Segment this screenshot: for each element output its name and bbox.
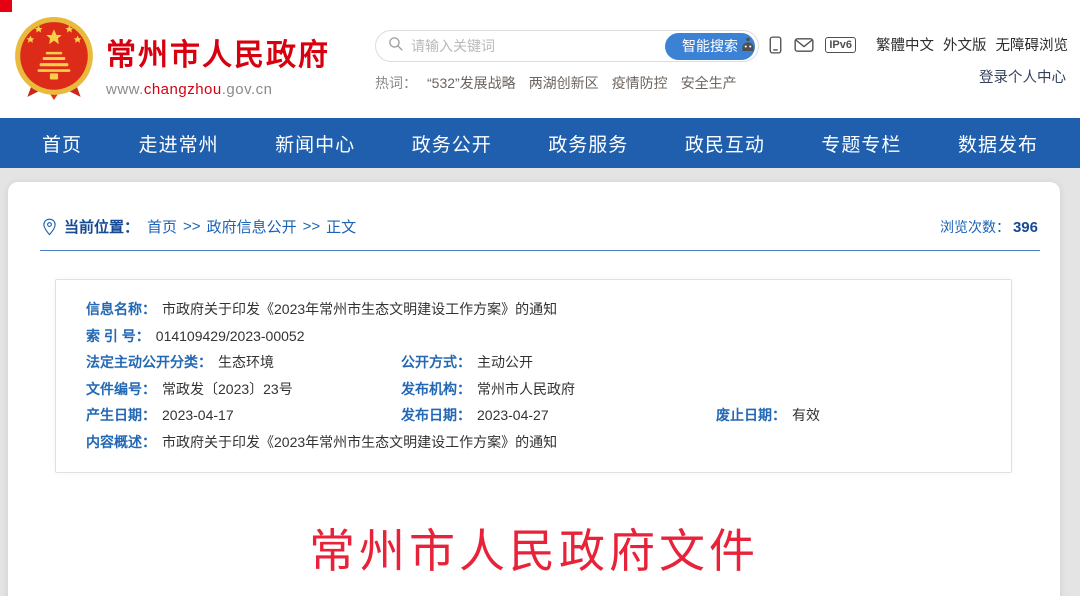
hot-words-label: 热词： (375, 75, 417, 91)
location-pin-icon (42, 218, 57, 236)
info-label: 公开方式： (401, 349, 471, 376)
breadcrumb-link-article[interactable]: 正文 (326, 216, 356, 237)
search-icon (387, 35, 404, 57)
document-title: 常州市人民政府文件 (8, 515, 1060, 581)
info-label: 信息名称： (86, 296, 156, 323)
nav-item-news-center[interactable]: 新闻中心 (275, 130, 355, 157)
foreign-language-link[interactable]: 外文版 (943, 34, 987, 55)
info-value: 市政府关于印发《2023年常州市生态文明建设工作方案》的通知 (162, 296, 557, 323)
breadcrumb-separator: >> (303, 218, 321, 235)
mail-icon[interactable] (794, 37, 814, 53)
search-area: 智能搜索 热词： “532”发展战略两湖创新区疫情防控安全生产 (375, 30, 759, 93)
view-counter-label: 浏览次数： (940, 219, 1010, 235)
view-counter: 浏览次数：396 (940, 217, 1038, 237)
ipv6-badge-icon[interactable]: IPv6 (825, 37, 856, 53)
info-label: 内容概述： (86, 429, 156, 456)
search-input[interactable] (411, 38, 665, 54)
info-value: 生态环境 (218, 349, 274, 376)
breadcrumb-bar: 当前位置： 首页 >> 政府信息公开 >> 正文 浏览次数：396 (40, 182, 1040, 251)
info-label: 发布日期： (401, 402, 471, 429)
nav-item-gov-disclosure[interactable]: 政务公开 (412, 130, 492, 157)
breadcrumb-label: 当前位置： (64, 216, 139, 237)
site-logo[interactable]: 常州市人民政府 www.changzhou.gov.cn (14, 16, 330, 105)
info-label: 发布机构： (401, 376, 471, 403)
site-url-suffix: .gov.cn (222, 81, 273, 98)
info-value: 014109429/2023-00052 (156, 323, 305, 350)
info-row-summary: 内容概述：市政府关于印发《2023年常州市生态文明建设工作方案》的通知 (86, 429, 981, 456)
info-value: 市政府关于印发《2023年常州市生态文明建设工作方案》的通知 (162, 429, 557, 456)
mobile-icon[interactable] (768, 36, 783, 54)
document-info-table: 信息名称：市政府关于印发《2023年常州市生态文明建设工作方案》的通知 索 引 … (55, 279, 1012, 473)
nav-item-home[interactable]: 首页 (42, 130, 82, 157)
site-title-block: 常州市人民政府 www.changzhou.gov.cn (106, 16, 330, 98)
info-value: 主动公开 (477, 349, 533, 376)
site-url-domain: changzhou (144, 81, 222, 98)
robot-icon[interactable] (739, 36, 757, 54)
hot-word-link[interactable]: 安全生产 (681, 75, 737, 91)
info-label: 文件编号： (86, 376, 156, 403)
utility-bar: IPv6 繁體中文 外文版 无障碍浏览 (739, 34, 1068, 55)
info-label: 索 引 号： (86, 323, 150, 350)
nav-item-about-changzhou[interactable]: 走进常州 (139, 130, 219, 157)
nav-item-special-topics[interactable]: 专题专栏 (821, 130, 901, 157)
info-value: 2023-04-17 (162, 402, 234, 429)
breadcrumb-link-gov-info[interactable]: 政府信息公开 (207, 216, 297, 237)
info-value: 常州市人民政府 (477, 376, 575, 403)
hot-word-link[interactable]: 疫情防控 (612, 75, 668, 91)
nav-item-public-interaction[interactable]: 政民互动 (685, 130, 765, 157)
site-url-prefix: www. (106, 81, 144, 98)
site-url: www.changzhou.gov.cn (106, 81, 330, 98)
site-header: 常州市人民政府 www.changzhou.gov.cn 智能搜索 热词： “53… (0, 0, 1080, 118)
info-label: 产生日期： (86, 402, 156, 429)
info-value: 有效 (792, 402, 820, 429)
search-box: 智能搜索 (375, 30, 759, 62)
info-row-doc-number: 文件编号：常政发〔2023〕23号 发布机构：常州市人民政府 (86, 376, 981, 403)
breadcrumb: 当前位置： 首页 >> 政府信息公开 >> 正文 (42, 216, 356, 237)
hot-words: 热词： “532”发展战略两湖创新区疫情防控安全生产 (375, 73, 759, 93)
breadcrumb-link-home[interactable]: 首页 (147, 216, 177, 237)
hot-word-link[interactable]: “532”发展战略 (427, 75, 516, 91)
accessibility-link[interactable]: 无障碍浏览 (996, 34, 1069, 55)
nav-item-gov-services[interactable]: 政务服务 (548, 130, 628, 157)
national-emblem-icon (14, 16, 94, 105)
info-value: 2023-04-27 (477, 402, 549, 429)
corner-marker (0, 0, 12, 12)
main-nav: 首页 走进常州 新闻中心 政务公开 政务服务 政民互动 专题专栏 数据发布 (0, 118, 1080, 168)
info-row-index-number: 索 引 号：014109429/2023-00052 (86, 323, 981, 350)
info-label: 法定主动公开分类： (86, 349, 212, 376)
nav-item-data-release[interactable]: 数据发布 (958, 130, 1038, 157)
info-row-dates: 产生日期：2023-04-17 发布日期：2023-04-27 废止日期：有效 (86, 402, 981, 429)
traditional-chinese-link[interactable]: 繁體中文 (876, 34, 934, 55)
info-label: 废止日期： (716, 402, 786, 429)
info-value: 常政发〔2023〕23号 (162, 376, 293, 403)
login-personal-center-link[interactable]: 登录个人中心 (979, 66, 1066, 87)
site-name: 常州市人民政府 (106, 30, 330, 74)
content-panel: 当前位置： 首页 >> 政府信息公开 >> 正文 浏览次数：396 信息名称：市… (8, 182, 1060, 596)
hot-word-link[interactable]: 两湖创新区 (529, 75, 599, 91)
info-row-category: 法定主动公开分类：生态环境 公开方式：主动公开 (86, 349, 981, 376)
info-row-title: 信息名称：市政府关于印发《2023年常州市生态文明建设工作方案》的通知 (86, 296, 981, 323)
breadcrumb-separator: >> (183, 218, 201, 235)
view-counter-value: 396 (1013, 219, 1038, 236)
